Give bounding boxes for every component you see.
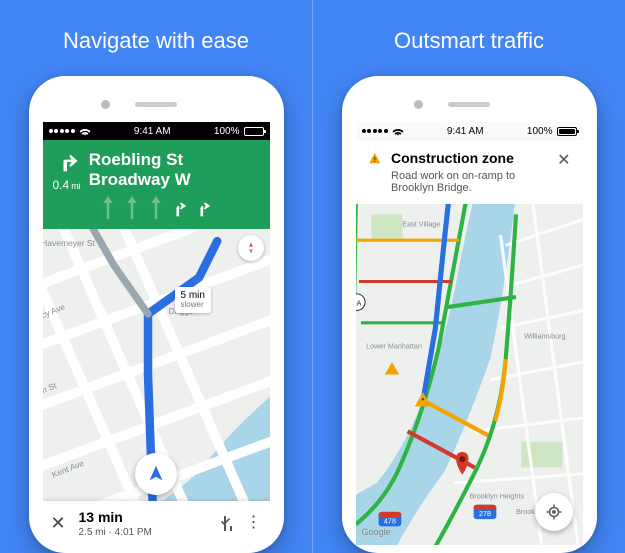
my-location-button[interactable] (535, 493, 573, 531)
wifi-icon (392, 127, 404, 136)
phone-screen-left: 9:41 AM 100% 0.4mi (43, 122, 270, 545)
area-label: Williamsburg (524, 331, 565, 340)
alert-title: Construction zone (391, 150, 514, 166)
close-trip-button[interactable]: ✕ (51, 513, 69, 534)
lane-right-icon (197, 196, 211, 219)
alert-close-button[interactable]: ✕ (557, 150, 570, 170)
battery-percent: 100% (527, 126, 553, 137)
phone-frame-left: 9:41 AM 100% 0.4mi (29, 76, 284, 553)
battery-percent: 100% (214, 126, 240, 137)
map-view[interactable]: East Village Lower Manhattan Williamsbur… (356, 204, 583, 545)
compass-button[interactable] (238, 235, 264, 261)
alert-detail: Road work on on-ramp to Brooklyn Bridge. (391, 170, 547, 194)
trip-arrive-time: 4:01 PM (115, 527, 152, 538)
traffic-alert-banner[interactable]: Construction zone Road work on on-ramp t… (356, 140, 583, 204)
trip-distance: 2.5 mi (79, 527, 106, 538)
current-location-chevron[interactable] (135, 453, 177, 495)
nav-street-2: Broadway W (89, 170, 191, 190)
lane-straight-icon (125, 196, 139, 219)
phone-frame-right: 9:41 AM 100% Construction zone Road work… (342, 76, 597, 553)
area-label: Brooklyn Heights (469, 492, 524, 501)
trip-summary: 13 min 2.5 mi · 4:01 PM (79, 509, 152, 538)
nav-streets: Roebling St Broadway W (89, 150, 191, 189)
navigation-banner[interactable]: 0.4mi Roebling St Broadway W (43, 140, 270, 229)
tooltip-line2: slower (181, 301, 205, 310)
lane-right-icon (173, 196, 187, 219)
nav-street-1: Roebling St (89, 150, 191, 170)
status-bar: 9:41 AM 100% (43, 122, 270, 140)
map-view[interactable]: Havemeyer St Marcy Ave Driggs S 6th St K… (43, 229, 270, 545)
overflow-menu-icon[interactable]: ⋮ (246, 519, 262, 527)
alt-routes-icon[interactable] (220, 515, 234, 531)
lane-straight-icon (101, 196, 115, 219)
wifi-icon (79, 127, 91, 136)
route-shield-278: 278 (473, 505, 496, 519)
alt-route-tooltip[interactable]: 5 min slower (175, 287, 211, 313)
construction-icon (368, 152, 382, 166)
trip-eta: 13 min (79, 509, 123, 525)
turn-right-icon (53, 148, 81, 176)
status-bar: 9:41 AM 100% (356, 122, 583, 140)
battery-icon (557, 127, 577, 136)
street-label: Havemeyer St (43, 238, 96, 248)
signal-dots-icon (362, 129, 388, 133)
lane-straight-icon (149, 196, 163, 219)
svg-text:9A: 9A (356, 298, 361, 307)
promo-panel-navigate: Navigate with ease 9:41 AM 100% (0, 0, 312, 553)
phone-screen-right: 9:41 AM 100% Construction zone Road work… (356, 122, 583, 545)
promo-panel-traffic: Outsmart traffic 9:41 AM 100% (312, 0, 625, 553)
svg-text:478: 478 (383, 516, 395, 525)
headline-right: Outsmart traffic (394, 28, 544, 54)
signal-dots-icon (49, 129, 75, 133)
trip-summary-bar[interactable]: ✕ 13 min 2.5 mi · 4:01 PM ⋮ (43, 501, 270, 545)
battery-icon (244, 127, 264, 136)
headline-left: Navigate with ease (63, 28, 249, 54)
area-label: East Village (402, 220, 440, 229)
google-watermark: Google (362, 527, 391, 537)
status-time: 9:41 AM (447, 126, 484, 137)
status-time: 9:41 AM (134, 126, 171, 137)
area-label: Lower Manhattan (366, 342, 422, 351)
nav-distance: 0.4mi (53, 178, 81, 192)
lane-guidance (53, 192, 260, 225)
svg-text:278: 278 (478, 509, 490, 518)
route-shield-478: 478 (378, 512, 401, 526)
